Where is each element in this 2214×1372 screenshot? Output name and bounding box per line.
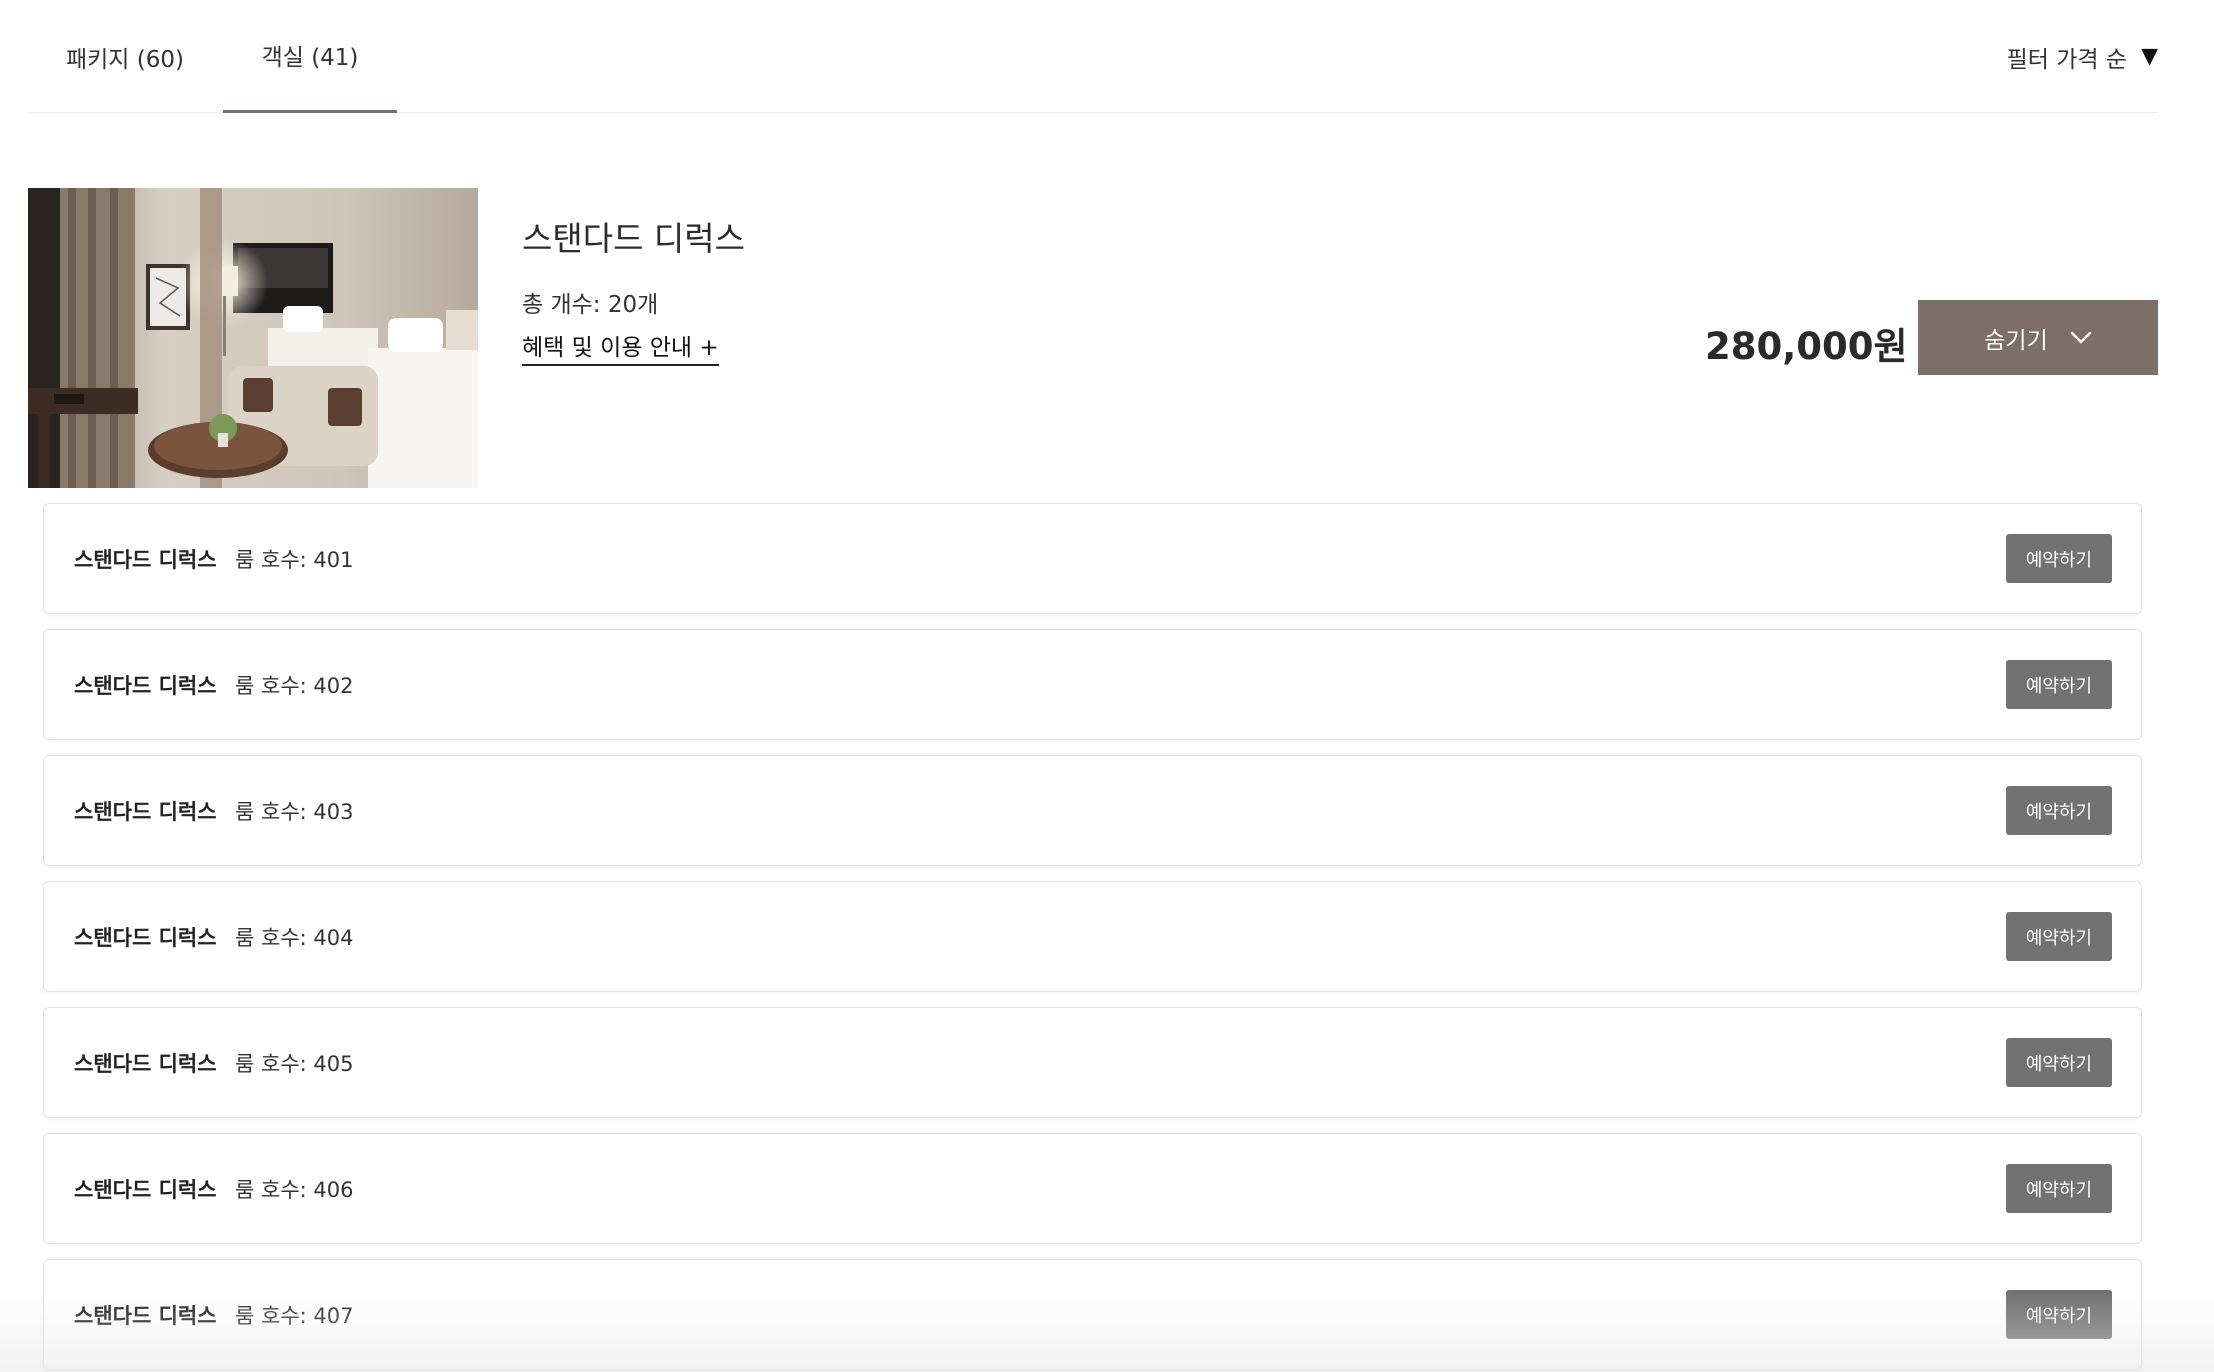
unit-room-number: 룸 호수: 407 [235,1303,354,1328]
unit-room-type: 스탠다드 디럭스 [74,673,217,698]
filter-label: 필터 가격 순 [2006,46,2128,73]
book-button[interactable]: 예약하기 [2006,1038,2112,1087]
unit-room-type: 스탠다드 디럭스 [74,1177,217,1202]
caret-down-icon: ▼ [2141,44,2158,69]
unit-room-number: 룸 호수: 402 [235,673,354,698]
hide-button-label: 숨기기 [1984,326,2048,353]
room-type-title: 스탠다드 디럭스 [522,219,746,258]
unit-room-type: 스탠다드 디럭스 [74,1051,217,1076]
list-item: 스탠다드 디럭스 룸 호수: 403 예약하기 [43,755,2142,866]
book-button[interactable]: 예약하기 [2006,534,2112,583]
list-item: 스탠다드 디럭스 룸 호수: 405 예약하기 [43,1007,2142,1118]
book-button[interactable]: 예약하기 [2006,1290,2112,1339]
book-button[interactable]: 예약하기 [2006,912,2112,961]
book-button[interactable]: 예약하기 [2006,1164,2112,1213]
room-total-count: 총 개수: 20개 [522,292,659,318]
room-listing-page: 패키지 (60) 객실 (41) 필터 가격 순 ▼ 스탠다드 디럭스 총 개수… [0,0,2214,1372]
unit-room-number: 룸 호수: 404 [235,925,354,950]
unit-room-type: 스탠다드 디럭스 [74,925,217,950]
hide-button[interactable]: 숨기기 [1918,300,2158,375]
unit-room-number: 룸 호수: 403 [235,799,354,824]
unit-room-type: 스탠다드 디럭스 [74,547,217,572]
room-photo [28,188,478,488]
unit-room-number: 룸 호수: 401 [235,547,354,572]
tab-rooms[interactable]: 객실 (41) [223,0,397,113]
benefits-info-link[interactable]: 혜택 및 이용 안내 + [522,328,719,366]
unit-room-type: 스탠다드 디럭스 [74,1303,217,1328]
book-button[interactable]: 예약하기 [2006,786,2112,835]
tab-bar: 패키지 (60) 객실 (41) 필터 가격 순 ▼ [28,0,2158,113]
unit-room-number: 룸 호수: 405 [235,1051,354,1076]
room-price: 280,000원 [1705,325,1908,368]
list-item: 스탠다드 디럭스 룸 호수: 404 예약하기 [43,881,2142,992]
room-unit-list: 스탠다드 디럭스 룸 호수: 401 예약하기 스탠다드 디럭스 룸 호수: 4… [43,503,2142,1372]
tab-packages[interactable]: 패키지 (60) [28,0,222,113]
chevron-down-icon [2070,331,2091,344]
list-item: 스탠다드 디럭스 룸 호수: 406 예약하기 [43,1133,2142,1244]
book-button[interactable]: 예약하기 [2006,660,2112,709]
list-item: 스탠다드 디럭스 룸 호수: 402 예약하기 [43,629,2142,740]
unit-room-number: 룸 호수: 406 [235,1177,354,1202]
unit-room-type: 스탠다드 디럭스 [74,799,217,824]
list-item: 스탠다드 디럭스 룸 호수: 407 예약하기 [43,1259,2142,1370]
filter-sort-dropdown[interactable]: 필터 가격 순 ▼ [2007,0,2158,113]
list-item: 스탠다드 디럭스 룸 호수: 401 예약하기 [43,503,2142,614]
